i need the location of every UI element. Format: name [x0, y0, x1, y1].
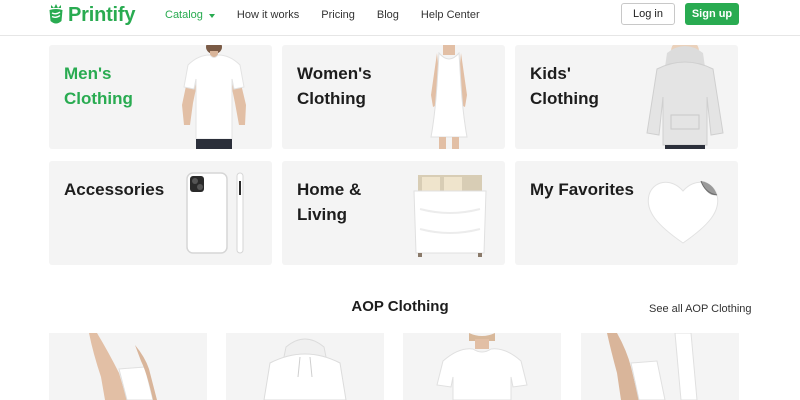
printify-logo-icon	[49, 4, 63, 24]
login-button[interactable]: Log in	[621, 3, 675, 25]
product-card-socks-2[interactable]	[581, 333, 739, 400]
heart-sticker-image	[647, 180, 719, 244]
product-card-socks[interactable]	[49, 333, 207, 400]
category-title: Home & Living	[297, 180, 362, 224]
nav-help-center[interactable]: Help Center	[421, 9, 480, 21]
category-title: Men's Clothing	[64, 64, 133, 108]
brand-name: Printify	[68, 3, 136, 26]
bedding-image	[413, 175, 487, 257]
mens-tshirt-image	[182, 45, 246, 149]
nav-catalog-label: Catalog	[165, 9, 203, 21]
signup-button[interactable]: Sign up	[685, 3, 739, 25]
site-header: Printify Catalog How it works Pricing Bl…	[0, 0, 800, 36]
category-card-accessories[interactable]: Accessories	[49, 161, 272, 265]
socks-image	[607, 333, 698, 400]
category-card-my-favorites[interactable]: My Favorites	[515, 161, 738, 265]
category-card-home-living[interactable]: Home & Living	[282, 161, 505, 265]
nav-how-it-works[interactable]: How it works	[237, 9, 299, 21]
main-nav: Catalog How it works Pricing Blog Help C…	[165, 0, 502, 30]
product-card-hoodie[interactable]	[226, 333, 384, 400]
printify-logo[interactable]: Printify	[48, 3, 135, 27]
product-card-tshirt[interactable]	[403, 333, 561, 400]
category-card-mens[interactable]: Men's Clothing	[49, 45, 272, 149]
category-card-womens[interactable]: Women's Clothing	[282, 45, 505, 149]
see-all-aop-link[interactable]: See all AOP Clothing	[649, 303, 752, 315]
nav-catalog[interactable]: Catalog	[165, 9, 215, 21]
womens-dress-image	[430, 45, 468, 149]
hoodie-image	[263, 338, 347, 400]
chevron-down-icon	[208, 13, 215, 18]
category-title: Accessories	[64, 180, 165, 199]
category-title: Women's Clothing	[297, 64, 372, 108]
tshirt-image	[436, 333, 528, 400]
nav-blog[interactable]: Blog	[377, 9, 399, 21]
socks-image	[89, 333, 157, 400]
nav-pricing[interactable]: Pricing	[321, 9, 355, 21]
category-card-kids[interactable]: Kids' Clothing	[515, 45, 738, 149]
category-title: Kids' Clothing	[530, 64, 599, 108]
kids-hoodie-image	[646, 45, 724, 149]
phone-case-image	[186, 172, 244, 254]
